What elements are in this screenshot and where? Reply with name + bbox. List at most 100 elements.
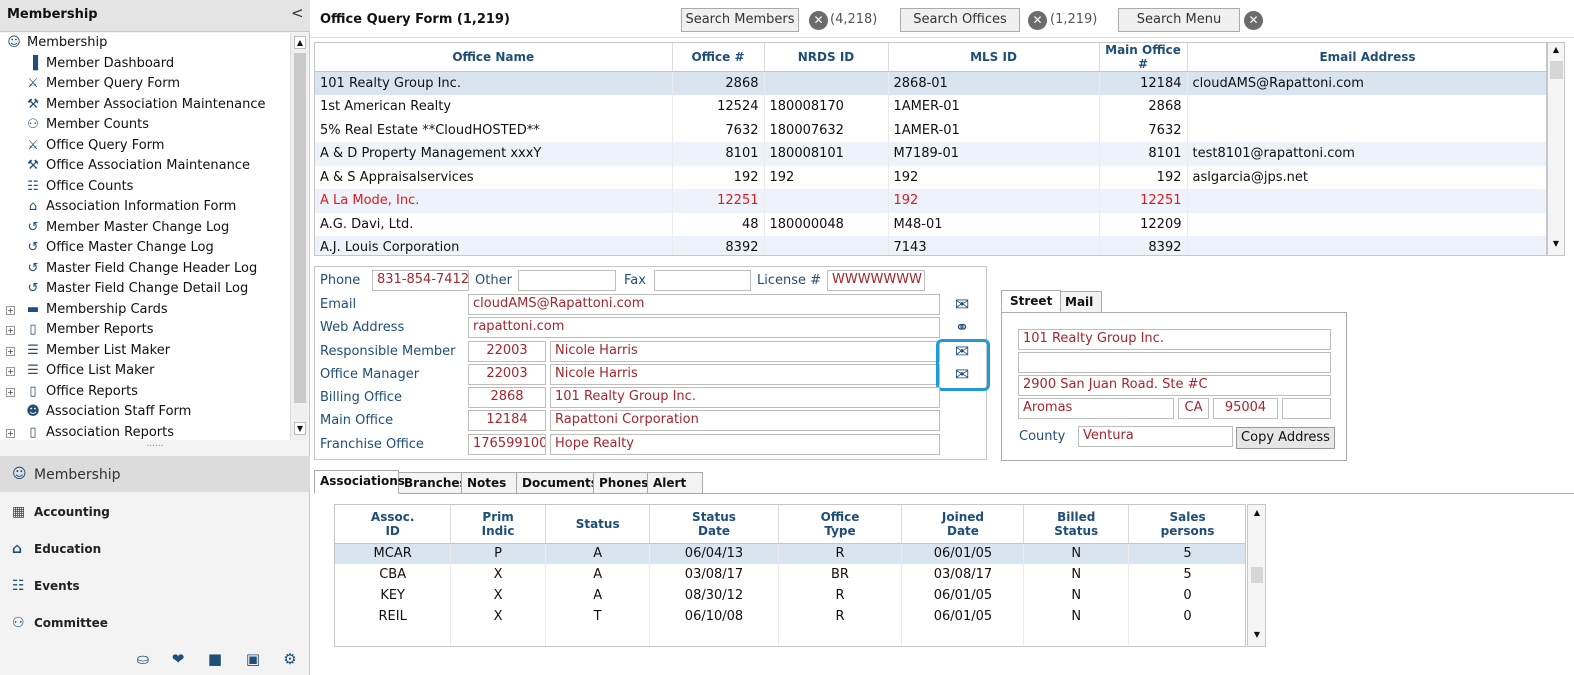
- tab-mail[interactable]: Mail: [1056, 291, 1103, 313]
- sidebar-item-master-field-change-detail-log[interactable]: ↺ Master Field Change Detail Log: [24, 281, 249, 301]
- expand-icon[interactable]: +: [6, 367, 15, 376]
- sidebar-item-membership-cards[interactable]: + ▬ Membership Cards: [6, 302, 168, 322]
- empty-row[interactable]: [335, 627, 1245, 646]
- table-row[interactable]: A.G. Davi, Ltd. 48 180000048 M48-01 12209: [315, 212, 1546, 236]
- column-header[interactable]: Office Name: [315, 43, 673, 72]
- send-email-icon[interactable]: ✉: [949, 295, 975, 315]
- tab-alert[interactable]: Alert: [647, 472, 703, 494]
- main-office-id-field[interactable]: 12184: [468, 410, 546, 431]
- other-phone-field[interactable]: [518, 270, 616, 291]
- table-row[interactable]: A & S Appraisalservices 192 192 192 192 aslga…: [315, 165, 1546, 189]
- column-header[interactable]: Assoc. ID: [335, 505, 452, 544]
- zip4-field[interactable]: [1282, 398, 1331, 419]
- tab-phones[interactable]: Phones: [593, 472, 648, 494]
- tab-associations[interactable]: Associations: [314, 470, 405, 494]
- module-membership[interactable]: ☺ Membership: [0, 456, 310, 492]
- billing-office-id-field[interactable]: 2868: [468, 387, 546, 408]
- sidebar-item-office-association-maintenance[interactable]: ⚒ Office Association Maintenance: [24, 158, 250, 178]
- briefcase-icon[interactable]: ■: [205, 650, 225, 670]
- column-header[interactable]: NRDS ID: [764, 43, 889, 72]
- table-row[interactable]: KEY X A 08/30/12 R 06/01/05 N 0: [335, 585, 1245, 606]
- module-accounting[interactable]: ▦ Accounting: [0, 494, 310, 531]
- gear-icon[interactable]: ⚙: [280, 650, 300, 670]
- expand-icon[interactable]: +: [6, 346, 15, 356]
- main-office-name-field[interactable]: Rapattoni Corporation: [550, 410, 940, 431]
- franchise-office-id-field[interactable]: 176599100: [468, 434, 546, 455]
- column-header[interactable]: Office Type: [778, 505, 903, 544]
- sidebar-item-association-reports[interactable]: + ▯ Association Reports: [6, 425, 174, 441]
- sidebar-item-association-information-form[interactable]: ⌂ Association Information Form: [24, 199, 236, 219]
- table-row[interactable]: 5% Real Estate **CloudHOSTED** 7632 180007…: [315, 118, 1546, 142]
- table-row[interactable]: CBA X A 03/08/17 BR 03/08/17 N 5: [335, 564, 1245, 585]
- search-offices-button[interactable]: Search Offices: [900, 8, 1020, 32]
- portrait-icon[interactable]: ▣: [243, 650, 263, 670]
- expand-icon[interactable]: +: [6, 428, 15, 438]
- scroll-thumb[interactable]: [294, 53, 306, 403]
- module-education[interactable]: ⌂ Education: [0, 531, 310, 568]
- splitter-grip[interactable]: ......: [0, 440, 310, 454]
- scroll-up-icon[interactable]: ▲: [1550, 45, 1562, 58]
- table-row[interactable]: REIL X T 06/10/08 R 06/01/05 N 0: [335, 606, 1245, 627]
- expand-icon[interactable]: +: [6, 326, 15, 335]
- address-line1-field[interactable]: 101 Realty Group Inc.: [1018, 329, 1331, 350]
- sidebar-item-association-staff-form[interactable]: ☻ Association Staff Form: [24, 404, 191, 424]
- column-header[interactable]: Main Office #: [1099, 43, 1188, 72]
- sidebar-item-office-reports[interactable]: + ▯ Office Reports: [6, 384, 138, 404]
- sidebar-item-office-query-form[interactable]: ⚔ Office Query Form: [24, 138, 164, 158]
- responsible-member-id-field[interactable]: 22003: [468, 341, 546, 362]
- copy-address-button[interactable]: Copy Address: [1236, 427, 1335, 449]
- database-icon[interactable]: ⛀: [133, 650, 153, 670]
- module-events[interactable]: ☷ Events: [0, 568, 310, 605]
- sidebar-item-member-counts[interactable]: ⚇ Member Counts: [24, 117, 149, 137]
- tab-notes[interactable]: Notes: [461, 472, 517, 494]
- column-header[interactable]: Billed Status: [1023, 505, 1130, 544]
- scroll-thumb[interactable]: [1550, 61, 1563, 79]
- table-row[interactable]: A & D Property Management xxxY 8101 180008…: [315, 142, 1546, 166]
- sidebar-item-master-field-change-header-log[interactable]: ↺ Master Field Change Header Log: [24, 261, 258, 281]
- sidebar-item-member-dashboard[interactable]: ▐ Member Dashboard: [24, 56, 174, 76]
- state-field[interactable]: CA: [1178, 398, 1209, 419]
- column-header[interactable]: Joined Date: [901, 505, 1025, 544]
- sidebar-item-member-association-maintenance[interactable]: ⚒ Member Association Maintenance: [24, 97, 265, 117]
- phone-field[interactable]: 831-854-7412: [372, 270, 469, 291]
- expand-icon[interactable]: +: [6, 387, 15, 397]
- table-row[interactable]: A La Mode, Inc. 12251 192 12251: [315, 189, 1546, 213]
- sidebar-item-office-counts[interactable]: ☷ Office Counts: [24, 179, 133, 199]
- franchise-office-name-field[interactable]: Hope Realty: [550, 434, 940, 455]
- search-menu-button[interactable]: Search Menu: [1118, 8, 1240, 32]
- column-header[interactable]: Prim Indic: [450, 505, 546, 544]
- column-header[interactable]: Status: [545, 505, 651, 544]
- scroll-up-icon[interactable]: ▲: [1251, 508, 1263, 521]
- associations-scrollbar[interactable]: ▲ ▼: [1247, 504, 1266, 647]
- sidebar-item-office-list-maker[interactable]: + ☰ Office List Maker: [6, 363, 155, 383]
- office-manager-id-field[interactable]: 22003: [468, 364, 546, 385]
- web-address-field[interactable]: rapattoni.com: [468, 317, 940, 338]
- sidebar-item-member-reports[interactable]: + ▯ Member Reports: [6, 322, 153, 342]
- sidebar-item-member-list-maker[interactable]: + ☰ Member List Maker: [6, 343, 170, 363]
- clear-offices-icon[interactable]: ✕: [1028, 11, 1047, 30]
- tab-documents[interactable]: Documents: [516, 472, 598, 494]
- expand-icon[interactable]: +: [6, 305, 15, 315]
- column-header[interactable]: MLS ID: [888, 43, 1100, 72]
- tab-branches[interactable]: Branches: [398, 472, 467, 494]
- collapse-sidebar-icon[interactable]: <: [291, 4, 304, 22]
- sidebar-item-office-master-change-log[interactable]: ↺ Office Master Change Log: [24, 240, 214, 260]
- clear-members-icon[interactable]: ✕: [809, 11, 828, 30]
- office-manager-name-field[interactable]: Nicole Harris: [550, 364, 940, 385]
- city-field[interactable]: Aromas: [1018, 398, 1174, 419]
- scroll-down-icon[interactable]: ▼: [1251, 630, 1263, 643]
- module-committee[interactable]: ⚇ Committee: [0, 605, 310, 642]
- table-row[interactable]: A.J. Louis Corporation 8392 7143 8392: [315, 236, 1546, 255]
- table-row[interactable]: 101 Realty Group Inc. 2868 2868-01 12184 clo…: [315, 71, 1546, 95]
- sidebar-item-membership[interactable]: ☺ Membership: [5, 35, 107, 55]
- address-line2-field[interactable]: [1018, 352, 1331, 373]
- email-field[interactable]: cloudAMS@Rapattoni.com: [468, 294, 940, 315]
- clear-menu-icon[interactable]: ✕: [1244, 11, 1263, 30]
- billing-office-name-field[interactable]: 101 Realty Group Inc.: [550, 387, 940, 408]
- table-row[interactable]: MCAR P A 06/04/13 R 06/01/05 N 5: [335, 543, 1245, 564]
- tree-scrollbar[interactable]: ▲ ▼: [290, 33, 308, 440]
- scroll-thumb[interactable]: [1251, 567, 1263, 583]
- handshake-icon[interactable]: ❤: [168, 650, 188, 670]
- zip-field[interactable]: 95004: [1213, 398, 1278, 419]
- column-header[interactable]: Email Address: [1187, 43, 1546, 72]
